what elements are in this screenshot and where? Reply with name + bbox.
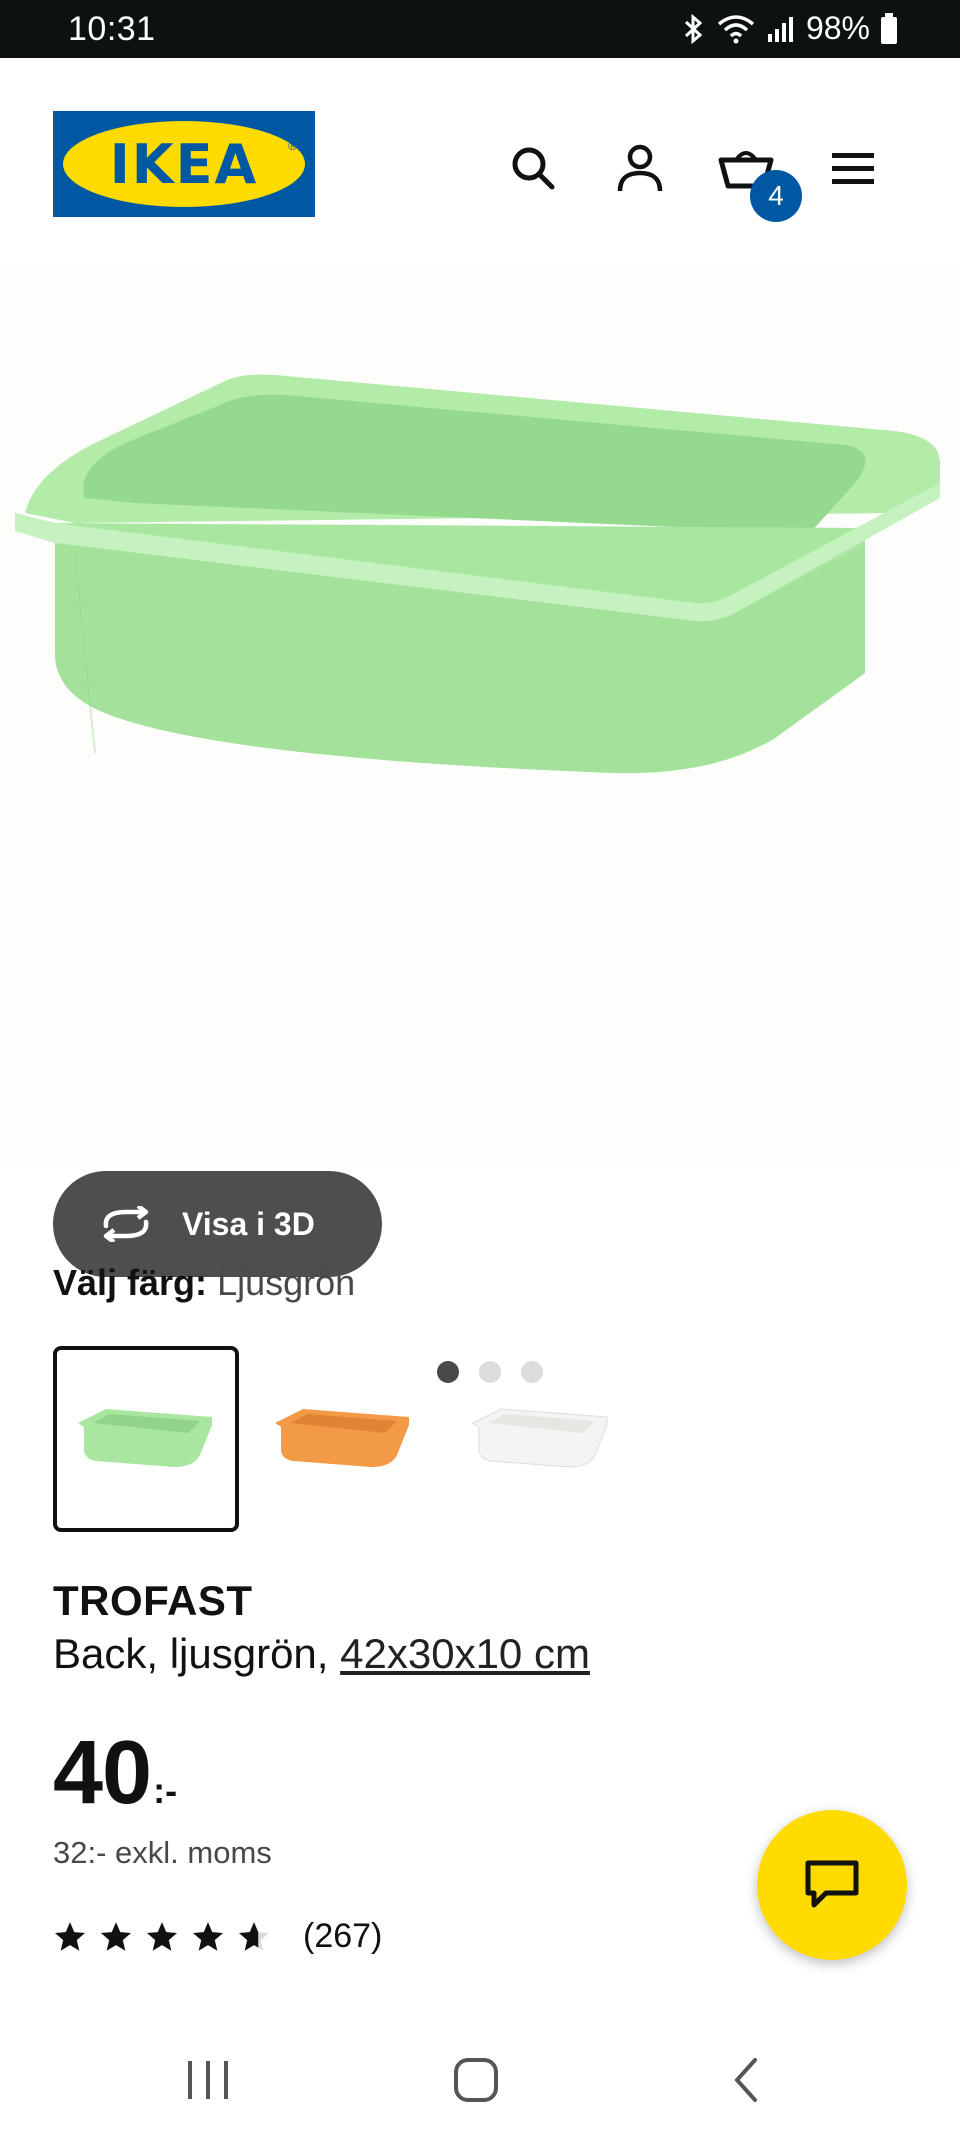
battery-percent: 98% [805,10,870,46]
star-icon [54,1921,86,1951]
swatch-image-green-bin [78,1409,212,1467]
status-icons: 98% [680,10,898,47]
wifi-icon [717,14,755,43]
site-header: IKEA ® 4 [0,58,960,268]
rating-count: (267) [303,1917,383,1955]
price-suffix: :- [153,1770,178,1811]
star-icon [192,1921,224,1951]
swatch-image-orange-bin [275,1409,409,1467]
price-value: 40 [53,1723,152,1823]
cart-count-badge: 4 [750,170,802,222]
product-type-and-color: Back, ljusgrön, [53,1630,341,1677]
back-icon [734,2058,757,2102]
home-icon [454,2058,498,2102]
ikea-logo[interactable]: IKEA ® [53,111,315,217]
profile-icon [617,144,663,192]
product-image-gallery[interactable]: Visa i 3D [0,268,960,1383]
product-price: 40 :- [53,1722,177,1825]
logo-registered-mark: ® [288,139,297,153]
product-dimensions-link[interactable]: 42x30x10 cm [340,1630,590,1677]
back-button[interactable] [716,2050,776,2110]
menu-button[interactable] [823,138,883,198]
color-option-light-green[interactable] [53,1346,239,1532]
bluetooth-icon [684,13,703,44]
color-chooser-label: Välj färg: Ljusgrön [53,1262,355,1304]
price-excluding-vat: 32:- exkl. moms [53,1835,272,1870]
search-icon [512,147,555,190]
search-button[interactable] [503,138,563,198]
recents-icon [188,2061,228,2099]
product-description: Back, ljusgrön, 42x30x10 cm [53,1630,590,1678]
product-image-green-bin [15,374,940,774]
chat-icon [805,1860,859,1908]
color-option-white[interactable] [448,1346,634,1532]
menu-icon [832,153,874,184]
star-icon [100,1921,132,1951]
recent-apps-button[interactable] [178,2050,238,2110]
home-button[interactable] [446,2050,506,2110]
half-star-icon [238,1921,270,1951]
system-navigation-bar [0,2010,960,2140]
chat-button[interactable] [757,1810,907,1960]
battery-icon [881,12,897,44]
rotate-3d-icon [103,1206,149,1242]
view-in-3d-label: Visa i 3D [182,1205,315,1242]
selected-color-value: Ljusgrön [217,1262,356,1303]
profile-button[interactable] [610,138,670,198]
signal-icon [767,16,793,42]
swatch-image-white-bin [472,1408,608,1468]
product-rating[interactable]: (267) [53,1917,382,1956]
status-bar: 10:31 98% [0,0,960,58]
status-time: 10:31 [68,10,156,48]
color-option-orange[interactable] [250,1346,436,1532]
logo-text: IKEA [109,133,259,196]
star-icon [146,1921,178,1951]
color-chooser-title: Välj färg: [53,1262,208,1303]
product-name: TROFAST [53,1577,253,1624]
